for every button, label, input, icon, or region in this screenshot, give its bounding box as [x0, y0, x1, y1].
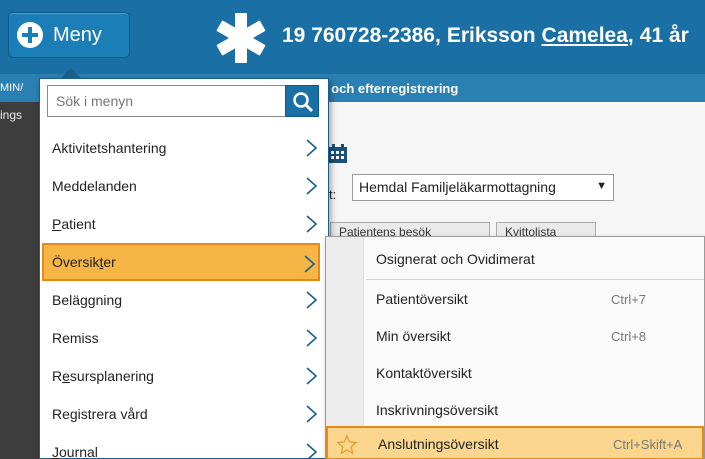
main-menu-dropdown: Aktivitetshantering Meddelanden Patient … [39, 68, 329, 459]
submenu-item-label: Osignerat och Ovidimerat [376, 251, 535, 267]
patient-personal-number: 19 760728-2386, [282, 24, 441, 47]
menu-search-input[interactable] [48, 86, 284, 116]
submenu-item-kontaktoversikt[interactable]: Kontaktöversikt [326, 355, 704, 391]
patient-age-separator: , [627, 24, 634, 47]
oversikter-submenu: Osignerat och Ovidimerat Patientöversikt… [325, 236, 705, 459]
menu-item-aktivitetshantering[interactable]: Aktivitetshantering [40, 129, 328, 167]
menu-search [47, 85, 319, 117]
submenu-item-osignerat[interactable]: Osignerat och Ovidimerat [326, 241, 704, 277]
menu-item-journal[interactable]: Journal [40, 433, 328, 459]
menu-button-label: Meny [53, 23, 102, 46]
patient-banner: 19 760728-2386, Eriksson Camelea, 41 år [282, 24, 689, 48]
chevron-right-icon [306, 443, 318, 459]
menu-item-label: Översikter [52, 254, 116, 270]
dropdown-arrow-icon: ▼ [596, 180, 607, 192]
menu-item-label: Meddelanden [52, 178, 137, 194]
menu-item-label: Aktivitetshantering [52, 140, 167, 156]
submenu-item-shortcut: Ctrl+7 [611, 292, 647, 307]
menu-item-label: Patient [52, 216, 96, 232]
star-icon[interactable] [336, 434, 358, 456]
menu-item-resursplanering[interactable]: Resursplanering [40, 357, 328, 395]
menu-list: Aktivitetshantering Meddelanden Patient … [40, 129, 328, 459]
menu-item-label: Beläggning [52, 292, 123, 308]
menu-item-patient[interactable]: Patient [40, 205, 328, 243]
menu-item-registrera-vard[interactable]: Registrera vård [40, 395, 328, 433]
chevron-right-icon [306, 367, 318, 385]
left-panel: ings [0, 102, 40, 459]
submenu-item-shortcut: Ctrl+Skift+A [613, 437, 683, 452]
submenu-item-min-oversikt[interactable]: Min översikt Ctrl+8 [326, 318, 704, 354]
submenu-item-anslutningsoversikt[interactable]: Anslutningsöversikt Ctrl+Skift+A [326, 426, 704, 459]
submenu-item-label: Min översikt [376, 328, 451, 344]
search-icon [293, 92, 314, 113]
menu-item-label: Resursplanering [52, 368, 154, 384]
unit-label: t: [329, 187, 337, 202]
chevron-right-icon [306, 329, 318, 347]
sub-header-title: kt och efterregistrering [316, 81, 459, 96]
menu-button[interactable]: Meny [8, 12, 130, 58]
unit-select-value: Hemdal Familjeläkarmottagning [359, 179, 556, 195]
chevron-right-icon [306, 215, 318, 233]
menu-item-remiss[interactable]: Remiss [40, 319, 328, 357]
submenu-item-label: Patientöversikt [376, 291, 468, 307]
submenu-item-label: Anslutningsöversikt [378, 436, 499, 452]
submenu-item-shortcut: Ctrl+8 [611, 329, 647, 344]
chevron-right-icon [306, 405, 318, 423]
unit-select[interactable]: Hemdal Familjeläkarmottagning ▼ [352, 174, 614, 201]
menu-item-label: Remiss [52, 330, 99, 346]
patient-surname: Eriksson [446, 24, 536, 47]
top-header: Meny 19 760728-2386, Eriksson Camelea, 41 å… [0, 0, 705, 74]
menu-item-oversikter[interactable]: Översikter [42, 243, 320, 281]
sub-header-left-label: MIN/ [0, 82, 24, 94]
submenu-separator [366, 279, 704, 280]
submenu-item-label: Inskrivningsöversikt [376, 402, 499, 418]
chevron-right-icon [306, 177, 318, 195]
search-button[interactable] [285, 85, 319, 117]
patient-age: 41 år [639, 24, 689, 47]
medical-star-icon [216, 13, 266, 63]
menu-item-label: Registrera vård [52, 406, 148, 422]
chevron-right-icon [306, 291, 318, 309]
menu-item-label: Journal [52, 444, 98, 459]
submenu-item-patientoversikt[interactable]: Patientöversikt Ctrl+7 [326, 281, 704, 317]
menu-item-meddelanden[interactable]: Meddelanden [40, 167, 328, 205]
submenu-item-label: Kontaktöversikt [376, 365, 472, 381]
chevron-right-icon [304, 255, 316, 273]
patient-firstname-link[interactable]: Camelea [542, 24, 628, 47]
chevron-right-icon [306, 139, 318, 157]
calendar-icon[interactable] [328, 144, 348, 164]
plus-icon [17, 22, 43, 48]
left-panel-label: ings [0, 108, 23, 122]
submenu-item-inskrivningsoversikt[interactable]: Inskrivningsöversikt [326, 392, 704, 428]
menu-item-belaggning[interactable]: Beläggning [40, 281, 328, 319]
